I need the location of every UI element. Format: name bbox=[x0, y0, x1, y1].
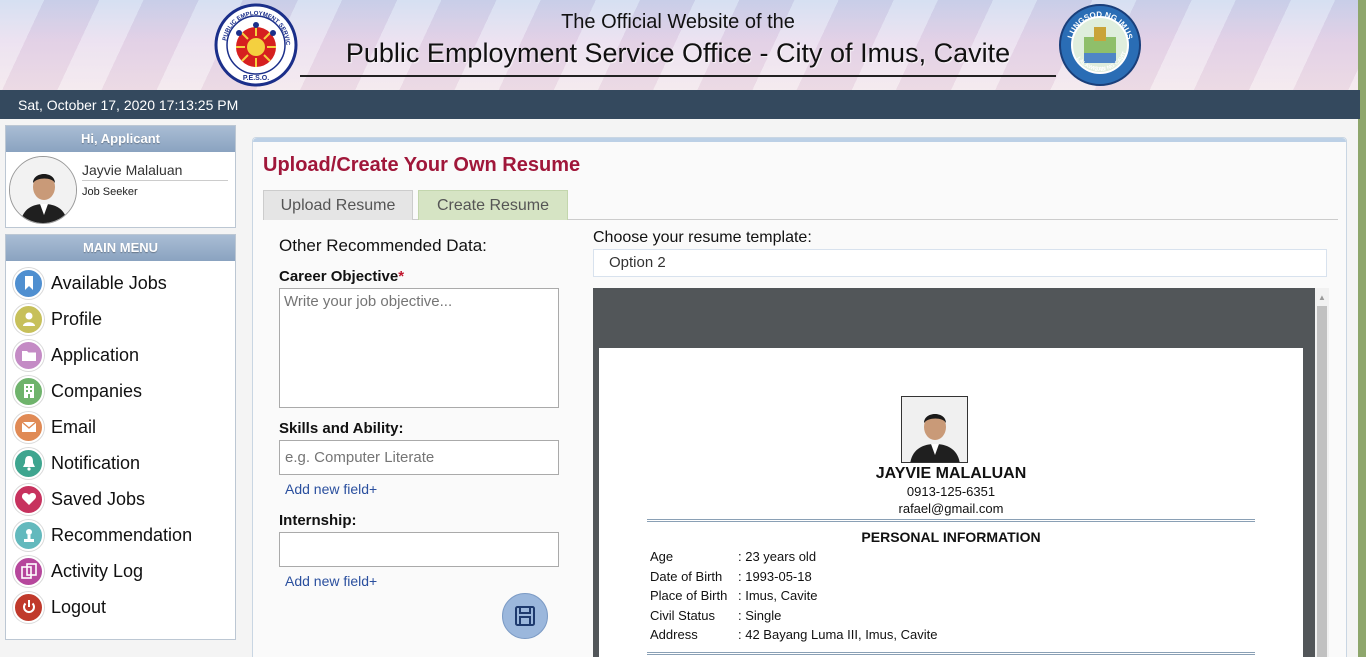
template-select[interactable]: Option 2 bbox=[593, 249, 1327, 277]
internship-label: Internship: bbox=[279, 512, 357, 529]
user-role: Job Seeker bbox=[82, 186, 138, 198]
resume-divider bbox=[647, 652, 1255, 655]
resume-page: JAYVIE MALALUAN 0913-125-6351 rafael@gma… bbox=[599, 348, 1303, 657]
resume-email: rafael@gmail.com bbox=[898, 501, 1004, 516]
envelope-icon bbox=[13, 411, 44, 443]
resume-row-value: : Imus, Cavite bbox=[738, 588, 818, 603]
resume-row-value: : 1993-05-18 bbox=[738, 569, 812, 584]
menu-label: Logout bbox=[51, 596, 107, 617]
resume-row-value: : Single bbox=[738, 608, 782, 623]
skills-add-field-link[interactable]: Add new field+ bbox=[285, 481, 377, 497]
resume-tabs: Upload Resume Create Resume bbox=[263, 190, 1338, 220]
user-greeting: Hi, Applicant bbox=[6, 126, 235, 152]
menu-item-recommendation[interactable]: Recommendation bbox=[6, 517, 235, 553]
resume-row-civil-status: Civil Status : Single bbox=[650, 608, 781, 623]
resume-photo bbox=[901, 396, 968, 463]
folder-icon bbox=[13, 339, 44, 371]
menu-label: Companies bbox=[51, 380, 143, 401]
menu-item-email[interactable]: Email bbox=[6, 409, 235, 445]
resume-row-value: : 42 Bayang Luma III, Imus, Cavite bbox=[738, 627, 938, 642]
resume-phone: 0913-125-6351 bbox=[906, 484, 996, 499]
svg-text:P.E.S.O.: P.E.S.O. bbox=[243, 75, 269, 82]
menu-label: Profile bbox=[51, 308, 103, 329]
career-objective-textarea[interactable] bbox=[279, 288, 559, 408]
date-bar: Sat, October 17, 2020 17:13:25 PM bbox=[0, 90, 1360, 119]
header-title: Public Employment Service Office - City … bbox=[345, 38, 1011, 68]
main-menu-panel: MAIN MENU Available Jobs Profile Applica… bbox=[5, 234, 236, 640]
menu-item-available-jobs[interactable]: Available Jobs bbox=[6, 265, 235, 301]
required-marker: * bbox=[398, 268, 405, 285]
menu-label: Saved Jobs bbox=[51, 488, 146, 509]
main-top-border bbox=[253, 138, 1346, 142]
resume-divider bbox=[647, 519, 1255, 522]
main-content: Upload/Create Your Own Resume Upload Res… bbox=[252, 137, 1347, 657]
menu-label: Activity Log bbox=[51, 560, 144, 581]
resume-preview: JAYVIE MALALUAN 0913-125-6351 rafael@gma… bbox=[593, 288, 1315, 657]
building-icon bbox=[13, 375, 44, 407]
header-underline bbox=[300, 75, 1056, 77]
menu-label: Available Jobs bbox=[51, 272, 167, 293]
tab-create-resume[interactable]: Create Resume bbox=[418, 190, 568, 220]
header-subtitle: The Official Website of the bbox=[561, 11, 795, 33]
template-label: Choose your resume template: bbox=[593, 229, 812, 246]
page-title: Upload/Create Your Own Resume bbox=[263, 154, 581, 176]
career-objective-label: Career Objective* bbox=[279, 268, 404, 285]
section-heading: Other Recommended Data: bbox=[279, 236, 487, 255]
resume-row-key: Age bbox=[650, 549, 674, 564]
menu-label: Application bbox=[51, 344, 140, 365]
site-header: PUBLIC EMPLOYMENT SERVICE OFFICE P.E.S.O… bbox=[0, 0, 1366, 90]
resume-row-key: Address bbox=[650, 627, 698, 642]
bell-icon bbox=[13, 447, 44, 479]
user-name: Jayvie Malaluan bbox=[82, 162, 183, 178]
resume-row-dob: Date of Birth : 1993-05-18 bbox=[650, 569, 812, 584]
menu-item-saved-jobs[interactable]: Saved Jobs bbox=[6, 481, 235, 517]
current-datetime: Sat, October 17, 2020 17:13:25 PM bbox=[18, 97, 239, 113]
svg-text:2012: 2012 bbox=[1094, 67, 1105, 73]
resume-row-key: Date of Birth bbox=[650, 569, 723, 584]
copy-icon bbox=[13, 555, 44, 587]
menu-label: Notification bbox=[51, 452, 141, 473]
menu-item-activity-log[interactable]: Activity Log bbox=[6, 553, 235, 589]
internship-input[interactable] bbox=[279, 532, 559, 567]
user-avatar[interactable] bbox=[9, 156, 77, 224]
user-divider bbox=[82, 180, 228, 181]
scrollbar-thumb[interactable] bbox=[1317, 306, 1327, 657]
tab-upload-resume[interactable]: Upload Resume bbox=[263, 190, 413, 220]
heart-icon bbox=[13, 483, 44, 515]
user-panel: Hi, Applicant Jayvie Malaluan Job Seeker bbox=[5, 125, 236, 228]
menu-item-notification[interactable]: Notification bbox=[6, 445, 235, 481]
scroll-up-arrow-icon[interactable]: ▲ bbox=[1318, 293, 1326, 302]
menu-item-application[interactable]: Application bbox=[6, 337, 235, 373]
skills-label: Skills and Ability: bbox=[279, 420, 404, 437]
menu-item-logout[interactable]: Logout bbox=[6, 589, 235, 625]
skills-input[interactable] bbox=[279, 440, 559, 475]
main-menu-list: Available Jobs Profile Application Compa… bbox=[6, 265, 235, 625]
resume-section-title: PERSONAL INFORMATION bbox=[861, 529, 1041, 545]
internship-add-field-link[interactable]: Add new field+ bbox=[285, 573, 377, 589]
power-icon bbox=[13, 591, 44, 623]
preview-scrollbar[interactable]: ▲ bbox=[1315, 288, 1329, 657]
floppy-disk-icon bbox=[515, 606, 535, 626]
peso-logo: PUBLIC EMPLOYMENT SERVICE OFFICE P.E.S.O… bbox=[214, 3, 298, 87]
menu-label: Email bbox=[51, 416, 97, 437]
award-icon bbox=[13, 519, 44, 551]
save-button[interactable] bbox=[502, 593, 548, 639]
bookmark-icon bbox=[13, 267, 44, 299]
resume-row-key: Place of Birth bbox=[650, 588, 728, 603]
resume-row-address: Address : 42 Bayang Luma III, Imus, Cavit… bbox=[650, 627, 937, 642]
career-objective-label-text: Career Objective bbox=[279, 268, 399, 285]
menu-label: Recommendation bbox=[51, 524, 193, 545]
menu-item-profile[interactable]: Profile bbox=[6, 301, 235, 337]
resume-row-pob: Place of Birth : Imus, Cavite bbox=[650, 588, 817, 603]
resume-row-key: Civil Status bbox=[650, 608, 716, 623]
resume-row-age: Age : 23 years old bbox=[650, 549, 816, 564]
menu-item-companies[interactable]: Companies bbox=[6, 373, 235, 409]
main-menu-title: MAIN MENU bbox=[6, 235, 235, 261]
imus-city-seal: LUNGSOD NG IMUS LALAWIGAN NG CAVITE 2012 bbox=[1058, 3, 1141, 86]
user-icon bbox=[13, 303, 44, 335]
resume-name: JAYVIE MALALUAN bbox=[875, 465, 1027, 482]
resume-row-value: : 23 years old bbox=[738, 549, 817, 564]
